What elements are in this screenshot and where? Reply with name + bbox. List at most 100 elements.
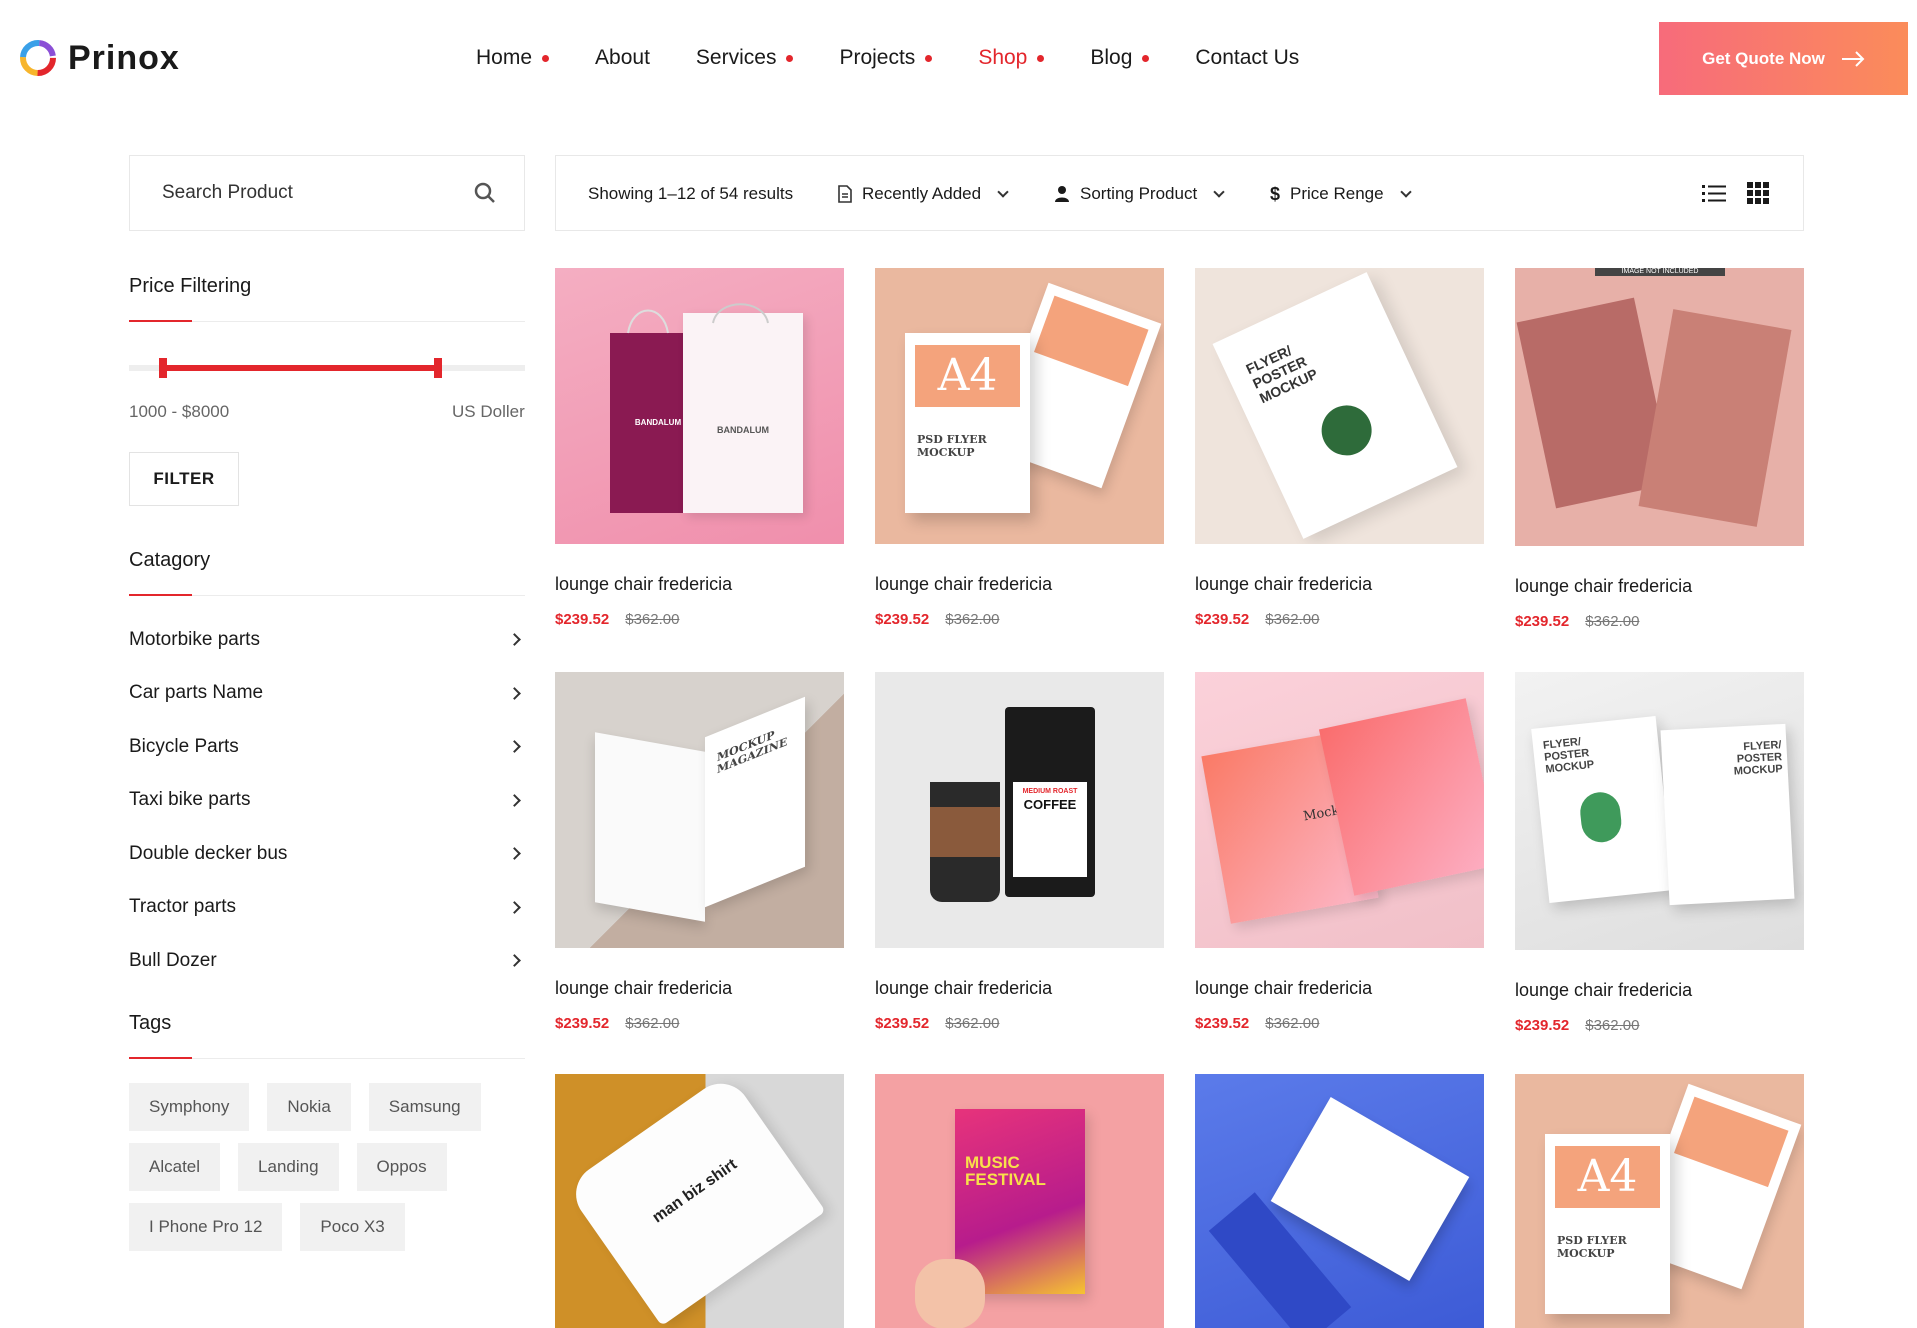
product-name[interactable]: lounge chair fredericia: [1515, 980, 1804, 1001]
price-filter-title: Price Filtering: [129, 275, 252, 297]
nav-item-projects[interactable]: Projects: [839, 40, 933, 76]
sorting-dropdown[interactable]: Sorting Product: [1054, 156, 1225, 232]
list-view-icon[interactable]: [1702, 183, 1726, 203]
product-name[interactable]: lounge chair fredericia: [1195, 574, 1484, 595]
product-search[interactable]: Search Product: [129, 155, 525, 231]
plant-graphic: [1313, 397, 1380, 464]
product-price: $239.52 $362.00: [875, 611, 1164, 628]
product-price: $239.52 $362.00: [1515, 613, 1804, 630]
category-label: Taxi bike parts: [129, 789, 251, 811]
product-card[interactable]: MEDIUM ROAST COFFEE lounge chair frederi…: [875, 672, 1164, 1032]
tag[interactable]: Nokia: [267, 1083, 351, 1131]
product-image[interactable]: FLYER/ POSTER MOCKUP: [1195, 268, 1484, 544]
product-card[interactable]: FLYER/ POSTER MOCKUP FLYER/ POSTER MOCKU…: [1515, 672, 1804, 1034]
tag[interactable]: Poco X3: [300, 1203, 405, 1251]
category-label: Motorbike parts: [129, 628, 260, 650]
tag[interactable]: Oppos: [356, 1143, 447, 1191]
product-price: $239.52 $362.00: [555, 1015, 844, 1032]
logo[interactable]: Prinox: [18, 38, 180, 78]
category-item[interactable]: Double decker bus: [129, 827, 525, 881]
product-name[interactable]: lounge chair fredericia: [555, 978, 844, 999]
divider-accent: [129, 1057, 192, 1059]
psd-flyer-label: PSD FLYER MOCKUP: [1557, 1234, 1627, 1260]
product-image[interactable]: A4 PSD FLYER MOCKUP: [875, 268, 1164, 544]
tag[interactable]: Alcatel: [129, 1143, 221, 1191]
product-name[interactable]: lounge chair fredericia: [1515, 576, 1804, 597]
product-image[interactable]: man biz shirt: [555, 1074, 844, 1328]
product-card[interactable]: man biz shirt: [555, 1074, 844, 1328]
price-old: $362.00: [625, 1015, 680, 1032]
product-card[interactable]: [1195, 1074, 1484, 1328]
product-name[interactable]: lounge chair fredericia: [555, 574, 844, 595]
category-item[interactable]: Car parts Name: [129, 667, 525, 721]
price-range-min-handle[interactable]: [158, 358, 167, 378]
category-item[interactable]: Taxi bike parts: [129, 774, 525, 828]
product-image[interactable]: FLYER/ POSTER MOCKUP FLYER/ POSTER MOCKU…: [1515, 672, 1804, 950]
hand-graphic: [915, 1259, 985, 1328]
flyer-front: A4 PSD FLYER MOCKUP: [905, 333, 1030, 513]
tag[interactable]: Symphony: [129, 1083, 250, 1131]
tshirt-text: man biz shirt: [649, 1155, 741, 1227]
product-image[interactable]: A4 PSD FLYER MOCKUP: [1515, 1074, 1804, 1328]
price-range-dropdown[interactable]: $ Price Renge: [1270, 156, 1412, 232]
filter-button[interactable]: FILTER: [129, 452, 239, 506]
product-image[interactable]: MEDIUM ROAST COFFEE: [875, 672, 1164, 948]
image-not-included-label: IMAGE NOT INCLUDED: [1595, 268, 1725, 276]
site-header: Prinox Home About Services Projects Shop…: [0, 0, 1917, 118]
grid-view-icon[interactable]: [1747, 182, 1769, 204]
flyer-left: FLYER/ POSTER MOCKUP: [1531, 715, 1674, 904]
tag[interactable]: Landing: [238, 1143, 339, 1191]
nav-item-shop[interactable]: Shop: [978, 40, 1045, 76]
product-price: $239.52 $362.00: [1515, 1017, 1804, 1034]
product-name[interactable]: lounge chair fredericia: [875, 574, 1164, 595]
nav-item-blog[interactable]: Blog: [1090, 40, 1150, 76]
nav-dropdown-dot: [925, 54, 933, 62]
category-item[interactable]: Motorbike parts: [129, 613, 525, 667]
category-label: Bicycle Parts: [129, 735, 239, 757]
tag[interactable]: I Phone Pro 12: [129, 1203, 283, 1251]
price-range-text: 1000 - $8000: [129, 402, 230, 421]
a4-label: A4: [915, 345, 1020, 407]
product-card[interactable]: A4 PSD FLYER MOCKUP: [1515, 1074, 1804, 1328]
product-image[interactable]: IMAGE NOT INCLUDED: [1515, 268, 1804, 546]
search-icon[interactable]: [474, 182, 496, 204]
logo-icon: [20, 40, 56, 76]
nav-item-home[interactable]: Home: [476, 40, 550, 76]
product-image[interactable]: [1195, 1074, 1484, 1328]
category-item[interactable]: Bull Dozer: [129, 934, 525, 988]
tag[interactable]: Samsung: [368, 1083, 481, 1131]
product-card[interactable]: FLYER/ POSTER MOCKUP lounge chair freder…: [1195, 268, 1484, 628]
tags-divider: [129, 1057, 525, 1059]
price-range-slider[interactable]: [129, 358, 525, 378]
product-name[interactable]: lounge chair fredericia: [1195, 978, 1484, 999]
nav-label: Blog: [1090, 46, 1133, 69]
product-name[interactable]: lounge chair fredericia: [875, 978, 1164, 999]
get-quote-button[interactable]: Get Quote Now: [1659, 22, 1908, 95]
product-card[interactable]: MOCKUP MAGAZINE lounge chair fredericia …: [555, 672, 844, 1032]
product-card[interactable]: BANDALUM BANDALUM lounge chair frederici…: [555, 268, 844, 628]
nav-item-contact[interactable]: Contact Us: [1195, 40, 1299, 76]
nav-label: About: [595, 46, 650, 69]
nav-item-about[interactable]: About: [595, 40, 650, 76]
tshirt: man biz shirt: [564, 1074, 826, 1326]
category-divider: [129, 594, 525, 596]
product-card[interactable]: A4 PSD FLYER MOCKUP lounge chair frederi…: [875, 268, 1164, 628]
product-card[interactable]: IMAGE NOT INCLUDED lounge chair frederic…: [1515, 268, 1804, 630]
product-image[interactable]: BANDALUM BANDALUM: [555, 268, 844, 544]
search-input[interactable]: Search Product: [162, 182, 293, 204]
price-range-max-handle[interactable]: [433, 358, 442, 378]
chevron-right-icon: [508, 740, 521, 754]
category-item[interactable]: Bicycle Parts: [129, 720, 525, 774]
product-card[interactable]: MUSIC FESTIVAL: [875, 1074, 1164, 1328]
category-item[interactable]: Tractor parts: [129, 881, 525, 935]
shop-toolbar: Showing 1–12 of 54 results Recently Adde…: [555, 155, 1804, 231]
tag-cloud: Symphony Nokia Samsung Alcatel Landing O…: [129, 1083, 525, 1251]
nav-item-services[interactable]: Services: [696, 40, 794, 76]
poster-right: [1638, 309, 1792, 527]
product-image[interactable]: MUSIC FESTIVAL: [875, 1074, 1164, 1328]
recently-added-dropdown[interactable]: Recently Added: [838, 156, 1009, 232]
product-image[interactable]: Mockup: [1195, 672, 1484, 948]
product-card[interactable]: Mockup lounge chair fredericia $239.52 $3…: [1195, 672, 1484, 1032]
price-current: $239.52: [875, 611, 930, 628]
product-image[interactable]: MOCKUP MAGAZINE: [555, 672, 844, 948]
